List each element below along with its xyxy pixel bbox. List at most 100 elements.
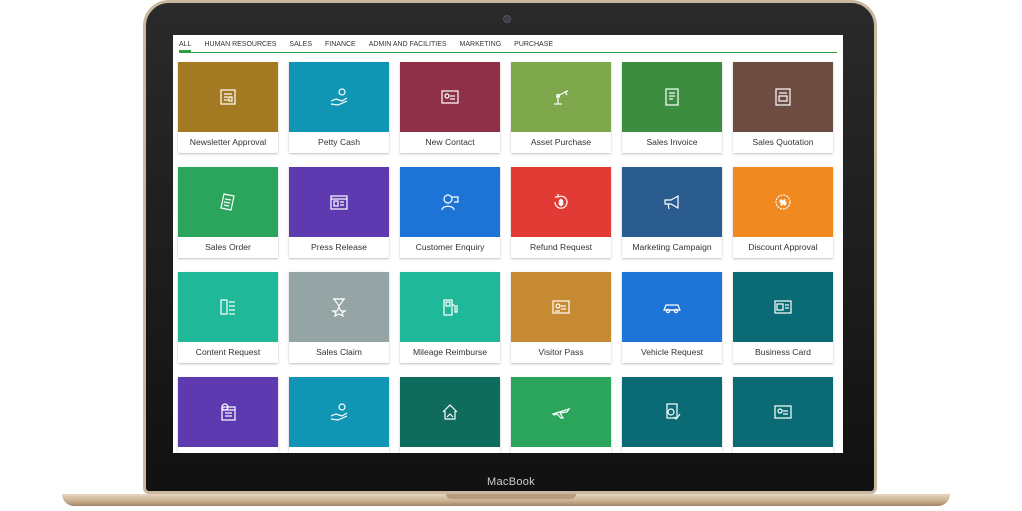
app-tile[interactable] (511, 377, 611, 453)
app-tile[interactable]: Press Release (289, 167, 389, 258)
refund-icon: $ (554, 194, 568, 209)
robot-arm-icon (554, 90, 569, 105)
app-tile[interactable]: Content Request (178, 272, 278, 363)
app-tile[interactable]: % Discount Approval (733, 167, 833, 258)
tab-finance[interactable]: FINANCE (325, 41, 356, 52)
app-tile[interactable]: Marketing Campaign (622, 167, 722, 258)
megaphone-icon (664, 194, 679, 210)
app-tile[interactable]: Business Card (733, 272, 833, 363)
hand-coin-icon (330, 88, 348, 106)
app-tile-color-block (178, 272, 278, 342)
app-tile[interactable]: Sales Quotation (733, 62, 833, 153)
category-tabs: ALL HUMAN RESOURCES SALES FINANCE ADMIN … (179, 37, 837, 53)
app-tile-label: Petty Cash (317, 137, 361, 147)
hand-coin-icon (330, 403, 348, 421)
app-tile[interactable]: Sales Order (178, 167, 278, 258)
app-tile-label: Sales Invoice (646, 137, 698, 147)
airplane-icon (551, 407, 571, 419)
app-tile[interactable]: Newsletter Approval (178, 62, 278, 153)
app-tile-color-block (289, 272, 389, 342)
app-tile-color-block (178, 167, 278, 237)
app-tile-label: Sales Claim (316, 347, 362, 357)
app-tile[interactable]: Sales Invoice (622, 62, 722, 153)
app-tile[interactable]: Asset Purchase (511, 62, 611, 153)
app-tile-color-block (400, 272, 500, 342)
customer-icon (441, 194, 459, 211)
app-tile-color-block (622, 377, 722, 447)
app-tile[interactable] (178, 377, 278, 453)
app-tile-label: Sales Quotation (752, 137, 814, 147)
app-tile-color-block (733, 377, 833, 447)
app-tile-label (400, 447, 500, 453)
visitor-card-icon (552, 300, 570, 314)
app-tile[interactable]: Vehicle Request (622, 272, 722, 363)
app-tile[interactable]: Customer Enquiry (400, 167, 500, 258)
app-tile-color-block (733, 272, 833, 342)
newsletter-icon (220, 89, 236, 105)
device-brand-label: MacBook (487, 476, 535, 488)
app-tile-label (511, 447, 611, 453)
app-tile[interactable]: Sales Claim (289, 272, 389, 363)
app-tile-color-block: % (733, 167, 833, 237)
app-tile-label (733, 447, 833, 453)
contact-card-icon (441, 90, 459, 104)
app-tile-label: Visitor Pass (538, 347, 584, 357)
app-screen: ALL HUMAN RESOURCES SALES FINANCE ADMIN … (173, 35, 843, 453)
quotation-icon (775, 88, 791, 106)
svg-text:$: $ (559, 200, 563, 207)
app-tile-color-block (289, 377, 389, 447)
content-list-icon (220, 299, 235, 315)
app-tile[interactable] (622, 377, 722, 453)
tab-admin-and-facilities[interactable]: ADMIN AND FACILITIES (369, 41, 447, 52)
app-tile-label: New Contact (425, 137, 475, 147)
app-tile[interactable]: $ Refund Request (511, 167, 611, 258)
app-tile-label: Press Release (311, 242, 367, 252)
home-hand-icon (442, 404, 458, 420)
app-tile-label: Marketing Campaign (632, 242, 712, 252)
app-tile-label: Refund Request (529, 242, 593, 252)
app-tile-color-block (622, 167, 722, 237)
app-tile-color-block (622, 272, 722, 342)
car-icon (663, 304, 681, 314)
app-tile-label: Discount Approval (748, 242, 818, 252)
tab-sales[interactable]: SALES (289, 41, 312, 52)
order-receipt-icon (220, 193, 235, 211)
invoice-icon (665, 88, 679, 106)
camera-icon (503, 15, 511, 23)
app-tile[interactable]: Mileage Reimburse (400, 272, 500, 363)
app-tile-label: Business Card (755, 347, 811, 357)
app-tile[interactable] (289, 377, 389, 453)
app-tile[interactable]: Visitor Pass (511, 272, 611, 363)
app-tile-color-block (400, 62, 500, 132)
app-tile-color-block (511, 377, 611, 447)
app-tile-color-block (511, 62, 611, 132)
tab-human-resources[interactable]: HUMAN RESOURCES (204, 41, 276, 52)
app-tile-label (178, 447, 278, 453)
app-tile-color-block (511, 272, 611, 342)
app-tile-color-block: $ (511, 167, 611, 237)
app-tile[interactable] (400, 377, 500, 453)
app-tile-label (622, 447, 722, 453)
tab-purchase[interactable]: PURCHASE (514, 41, 553, 52)
app-tile-label: Asset Purchase (530, 137, 592, 147)
document-check-icon (666, 403, 681, 420)
app-tile-color-block (178, 377, 278, 447)
hourglass-star-icon (331, 298, 347, 318)
fuel-pump-icon (443, 299, 458, 316)
tab-marketing[interactable]: MARKETING (460, 41, 502, 52)
tab-all[interactable]: ALL (179, 41, 192, 52)
app-tile-label: Customer Enquiry (415, 242, 485, 252)
app-tile-color-block (733, 62, 833, 132)
calendar-clock-icon (221, 403, 236, 421)
app-tile-label: Sales Order (205, 242, 251, 252)
svg-text:%: % (780, 200, 786, 207)
app-tile[interactable]: New Contact (400, 62, 500, 153)
laptop-base-notch (446, 494, 576, 499)
id-card-icon (774, 405, 792, 419)
app-tile-color-block (178, 62, 278, 132)
app-tile-label: Newsletter Approval (189, 137, 267, 147)
discount-badge-icon: % (775, 194, 791, 210)
app-tile-color-block (400, 167, 500, 237)
app-tile[interactable]: Petty Cash (289, 62, 389, 153)
app-tile[interactable] (733, 377, 833, 453)
